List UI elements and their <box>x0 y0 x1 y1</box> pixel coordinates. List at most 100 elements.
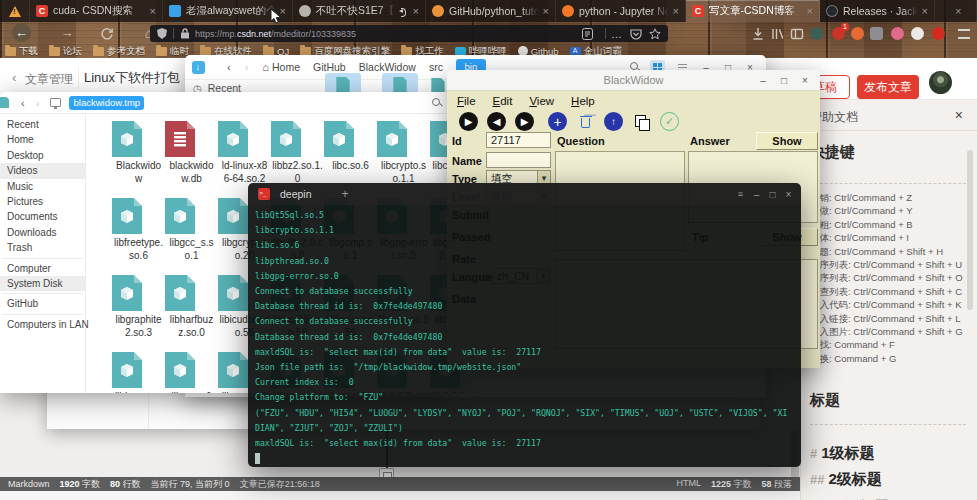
fm-forward-button[interactable]: › <box>36 97 40 109</box>
close-button[interactable]: × <box>783 189 794 200</box>
breadcrumb-item[interactable]: src <box>429 61 443 73</box>
url-bar[interactable]: https://mp.csdn.net/mdeditor/103339835 … <box>150 25 668 42</box>
sidebar-item[interactable]: GitHub <box>0 296 85 311</box>
browser-tab[interactable]: 不吐不快S1E7【白璧微瑕】 × <box>293 0 426 22</box>
new-tab-button[interactable]: + <box>342 187 349 201</box>
help-close-icon[interactable]: × <box>955 107 963 123</box>
fm-forward-button[interactable]: › <box>245 61 249 73</box>
copy-button[interactable] <box>632 112 651 131</box>
file-item[interactable]: blackwidow.db <box>165 114 218 191</box>
downloads-icon[interactable] <box>750 26 766 42</box>
sidebar-item[interactable]: Recent <box>0 117 85 132</box>
terminal-menu-icon[interactable]: ≡ <box>735 189 746 199</box>
file-item[interactable]: libcrypto.so.1.1 <box>377 114 430 191</box>
sidebar-item[interactable]: Computer <box>0 261 85 276</box>
play-button[interactable]: ▶ <box>459 112 478 131</box>
pocket-icon[interactable] <box>630 28 642 40</box>
extension-icon[interactable] <box>932 27 945 40</box>
bw-titlebar[interactable]: BlackWidow – □ × <box>447 70 820 91</box>
tab-close-button[interactable]: × <box>543 5 549 17</box>
upload-button[interactable]: ↑ <box>604 112 623 131</box>
fm-back-button[interactable]: ‹ <box>227 61 231 73</box>
sidebar-item[interactable]: Downloads <box>0 225 85 240</box>
sidebar-item[interactable]: Documents <box>0 209 85 224</box>
delete-button[interactable] <box>576 112 595 131</box>
bookmark-item[interactable]: 参考文档 <box>93 45 145 58</box>
breadcrumb-item[interactable]: BlackWidow <box>359 61 416 73</box>
tab-close-button[interactable]: × <box>673 5 679 17</box>
sidebar-item[interactable]: Pictures <box>0 194 85 209</box>
tab-audio-icon[interactable] <box>397 7 407 16</box>
help-scrollbar[interactable] <box>967 150 973 310</box>
menu-item[interactable]: View <box>529 95 554 107</box>
menu-button[interactable] <box>956 26 972 42</box>
terminal-output[interactable]: libQt5Sql.so.5libcrypto.so.1.1libc.so.6l… <box>248 205 801 467</box>
article-manage-link[interactable]: 文章管理 <box>25 71 73 88</box>
tab-close-button[interactable]: × <box>807 5 813 17</box>
reader-mode-icon[interactable] <box>582 28 593 40</box>
show-button[interactable]: Show <box>756 132 818 150</box>
breadcrumb-item[interactable]: GitHub <box>313 61 346 73</box>
article-title-input[interactable]: Linux下软件打包 <box>84 69 180 87</box>
file-item[interactable]: Blackwidow <box>112 114 165 191</box>
library-icon[interactable] <box>770 26 786 42</box>
path-chip[interactable]: blackwidow.tmp <box>69 96 144 110</box>
extension-icon[interactable] <box>891 27 904 40</box>
reload-button[interactable] <box>99 26 115 42</box>
page-actions-icon[interactable]: … <box>611 28 623 40</box>
previous-button[interactable]: ◀ <box>487 112 506 131</box>
sidebar-item[interactable]: Trash <box>0 240 85 255</box>
tab-close-button[interactable]: × <box>922 5 928 17</box>
terminal-titlebar[interactable]: deepin + ≡ – □ × <box>248 183 801 205</box>
selected-file-icon[interactable] <box>325 73 361 94</box>
selected-file-icon[interactable] <box>382 73 418 94</box>
publish-button[interactable]: 发布文章 <box>857 75 919 99</box>
next-button[interactable]: ▶ <box>515 112 534 131</box>
lock-icon[interactable] <box>179 28 191 39</box>
close-button[interactable]: × <box>799 75 811 86</box>
menu-item[interactable]: Edit <box>493 95 513 107</box>
check-button[interactable]: ✓ <box>660 112 679 131</box>
maximize-button[interactable]: □ <box>767 189 778 200</box>
minimize-button[interactable]: – <box>751 189 762 200</box>
fm-back-button[interactable]: ‹ <box>21 97 25 109</box>
sidebar-item[interactable]: Desktop <box>0 148 85 163</box>
name-input[interactable] <box>486 152 551 168</box>
bookmark-item[interactable]: 论坛 <box>49 45 82 58</box>
breadcrumb-item[interactable]: Home <box>272 61 300 73</box>
back-to-manage-icon[interactable]: ‹ <box>12 70 16 85</box>
file-item[interactable]: libfreetype.so.6 <box>112 191 165 268</box>
user-avatar[interactable] <box>929 71 952 94</box>
tab-close-button[interactable]: × <box>150 5 156 17</box>
file-item[interactable]: ld-linux-x86-64.so.2 <box>218 114 271 191</box>
extension-icon[interactable] <box>851 27 864 40</box>
file-item[interactable]: libharfbuzz.so.0 <box>165 268 218 345</box>
extension-icon[interactable] <box>911 27 924 40</box>
file-item[interactable]: libc.so.6 <box>324 114 377 191</box>
sidebar-item[interactable]: Music <box>0 179 85 194</box>
bookmark-star-icon[interactable] <box>649 28 661 40</box>
extension-icon[interactable]: 1 <box>832 27 845 40</box>
sidebar-toggle-icon[interactable] <box>789 26 805 42</box>
extension-icon[interactable] <box>810 27 823 40</box>
tracking-shield-icon[interactable] <box>156 28 168 39</box>
sidebar-item[interactable]: System Disk <box>0 276 85 291</box>
menu-item[interactable]: Help <box>571 95 595 107</box>
id-input[interactable]: 27117 <box>486 132 551 148</box>
tab-close-button[interactable]: × <box>413 5 419 17</box>
extension-icon[interactable] <box>870 27 883 40</box>
browser-tab[interactable]: Releases · JackeyLea/Bl × <box>820 0 935 22</box>
sidebar-item[interactable]: Home <box>0 132 85 147</box>
browser-tab-partial[interactable]: × <box>935 0 977 22</box>
browser-tab[interactable] <box>0 0 30 22</box>
browser-tab[interactable]: python - Jupyter Notebook × <box>556 0 686 22</box>
sidebar-item[interactable]: Computers in LAN <box>0 317 85 332</box>
file-item[interactable]: libgraphite2.so.3 <box>112 268 165 345</box>
browser-tab[interactable]: cuda- CSDN搜索 × <box>30 0 163 22</box>
browser-tab[interactable]: GitHub/python_tutorial × <box>426 0 556 22</box>
file-item[interactable]: libgcc_s.so.1 <box>165 191 218 268</box>
maximize-button[interactable]: □ <box>778 75 790 86</box>
forward-button[interactable]: → <box>58 24 76 42</box>
menu-item[interactable]: File <box>457 95 476 107</box>
tab-close-button[interactable]: × <box>955 5 961 17</box>
